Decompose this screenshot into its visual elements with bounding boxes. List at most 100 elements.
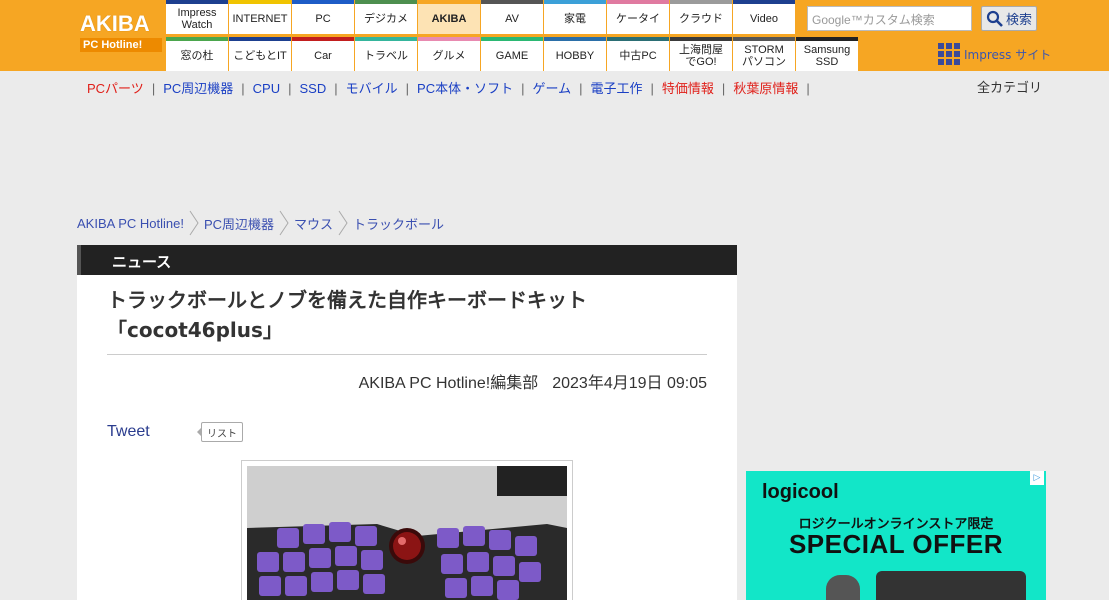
logo-text-main: AKIBA [80,11,150,36]
publish-date: 2023年4月19日 09:05 [552,375,707,392]
breadcrumb-item-0[interactable]: AKIBA PC Hotline! [77,216,184,231]
nav-item-label: HOBBY [555,50,595,62]
chevron-right-icon [189,210,199,236]
category-link-7[interactable]: 電子工作 [591,81,643,96]
category-link-3[interactable]: SSD [300,81,327,96]
nav-item-label: PC [315,13,331,25]
category-separator: | [241,81,245,96]
advertisement[interactable]: logicool ▷ ロジクールオンラインストア限定 SPECIAL OFFER [746,471,1046,600]
all-categories-link[interactable]: 全カテゴリ [977,77,1042,96]
category-separator: | [151,81,156,96]
nav-item-label: STORM パソコン [742,44,786,68]
nav-item-label: Car [314,50,332,62]
search-button-label: 検索 [1005,13,1032,28]
nav-item-label: こどもとIT [233,50,287,62]
breadcrumb-item-2[interactable]: マウス [294,214,333,233]
impress-site-label: Impress サイト [964,47,1052,62]
article-title-line1: トラックボールとノブを備えた自作キーボードキット [107,288,587,312]
search-input[interactable]: Google™カスタム検索 [807,6,972,31]
category-separator: | [650,81,654,96]
chevron-right-icon [338,210,348,236]
category-separator: | [521,81,525,96]
nav-item-1-5[interactable]: GAME [481,37,543,71]
nav-item-label: Impress Watch [177,7,217,31]
search-button[interactable]: 検索 [981,6,1037,31]
nav-item-label: 中古PC [619,50,657,62]
breadcrumb: AKIBA PC Hotline! PC周辺機器 マウス トラックボール [77,210,444,236]
nav-item-label: Samsung SSD [803,44,851,68]
article-title: トラックボールとノブを備えた自作キーボードキット 「cocot46plus」 [107,285,647,345]
nav-item-1-1[interactable]: こどもとIT [229,37,291,71]
breadcrumb-item-3[interactable]: トラックボール [353,214,444,233]
breadcrumb-item-1[interactable]: PC周辺機器 [204,214,274,233]
keyboard-illustration [247,466,567,600]
nav-item-label: 窓の杜 [180,50,214,62]
category-link-0[interactable]: PCパーツ [87,81,144,96]
author: AKIBA PC Hotline!編集部 [358,375,539,392]
category-separator: | [806,81,810,96]
category-separator: | [579,81,583,96]
nav-item-1-8[interactable]: 上海問屋 でGO! [670,37,732,71]
logo-text-sub: PC Hotline! [80,38,162,52]
nav-item-0-2[interactable]: PC [292,0,354,34]
byline: AKIBA PC Hotline!編集部 2023年4月19日 09:05 [359,369,707,393]
article: ニュース トラックボールとノブを備えた自作キーボードキット 「cocot46pl… [77,245,737,600]
nav-item-label: クラウド [679,13,723,25]
ad-brand: logicool [762,481,839,503]
nav-item-1-2[interactable]: Car [292,37,354,71]
nav-item-0-7[interactable]: ケータイ [607,0,669,34]
category-separator: | [334,81,338,96]
category-link-8[interactable]: 特価情報 [662,81,714,96]
nav-item-0-6[interactable]: 家電 [544,0,606,34]
article-photo[interactable] [241,460,573,600]
nav-item-1-3[interactable]: トラベル [355,37,417,71]
chevron-right-icon [279,210,289,236]
nav-item-1-10[interactable]: Samsung SSD [796,37,858,71]
category-link-4[interactable]: モバイル [346,81,398,96]
category-separator: | [288,81,292,96]
nav-item-0-1[interactable]: INTERNET [229,0,291,34]
title-divider [107,354,707,355]
nav-item-1-0[interactable]: 窓の杜 [166,37,228,71]
category-link-5[interactable]: PC本体・ソフト [417,81,513,96]
site-header: AKIBA PC Hotline! Impress Watch INTERNET P… [0,0,1109,71]
nav-item-label: GAME [495,50,529,62]
tweet-button[interactable]: Tweet [107,423,150,441]
nav-item-label: 上海問屋 でGO! [679,44,723,68]
keyboard-photo [247,466,567,600]
nav-item-label: トラベル [364,50,408,62]
nav-item-1-6[interactable]: HOBBY [544,37,606,71]
list-button[interactable]: リスト [197,422,243,442]
ad-offer: SPECIAL OFFER [788,529,1004,559]
impress-site-link[interactable]: Impress サイト [938,42,1051,66]
nav-item-label: 家電 [564,13,586,25]
nav-item-label: グルメ [432,50,466,62]
nav-item-label: INTERNET [232,13,288,25]
nav-item-0-9[interactable]: Video [733,0,795,34]
category-link-2[interactable]: CPU [253,81,280,96]
category-nav: PCパーツ | PC周辺機器 | CPU | SSD | モバイル | PC本体・ソフト | ゲーム | 電… [87,78,818,96]
nav-item-0-0[interactable]: Impress Watch [166,0,228,34]
nav-item-1-9[interactable]: STORM パソコン [733,37,795,71]
nav-item-1-7[interactable]: 中古PC [607,37,669,71]
site-logo[interactable]: AKIBA PC Hotline! [80,11,162,57]
nav-item-label: デジカメ [364,13,408,25]
adchoices-icon[interactable]: ▷ [1030,471,1044,485]
nav-item-label: AKIBA [431,13,467,25]
nav-item-0-5[interactable]: AV [481,0,543,34]
nav-item-label: Video [750,13,778,25]
category-separator: | [405,81,410,96]
nav-item-label: AV [505,13,519,25]
section-header: ニュース [77,245,737,275]
category-link-9[interactable]: 秋葉原情報 [733,81,798,96]
category-link-6[interactable]: ゲーム [532,81,571,96]
search-icon [986,10,1003,27]
nav-item-label: ケータイ [616,13,660,25]
ad-product-image [826,571,1026,600]
nav-item-0-8[interactable]: クラウド [670,0,732,34]
category-link-1[interactable]: PC周辺機器 [163,81,233,96]
nav-item-1-4[interactable]: グルメ [418,37,480,71]
nav-item-0-4[interactable]: AKIBA [418,0,480,34]
nav-item-0-3[interactable]: デジカメ [355,0,417,34]
grid-icon [938,43,960,65]
